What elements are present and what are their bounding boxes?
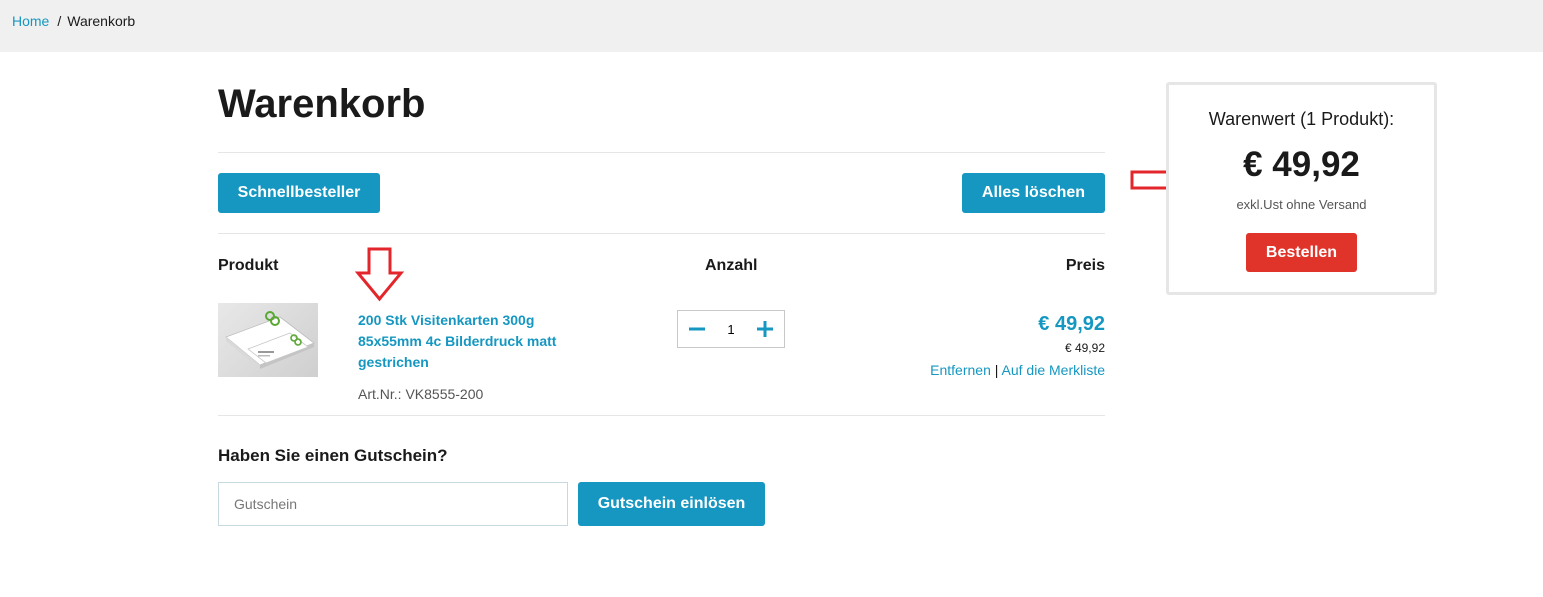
item-actions: Entfernen | Auf die Merkliste [930,362,1105,378]
item-unit-price: € 49,92 [1064,341,1105,355]
product-article-number: Art.Nr.: VK8555-200 [358,386,484,402]
divider [218,415,1105,416]
quantity-input[interactable] [716,321,746,337]
product-thumbnail[interactable] [218,303,318,377]
summary-note: exkl.Ust ohne Versand [1236,197,1367,212]
quick-order-button[interactable]: Schnellbesteller [218,173,380,213]
divider [218,152,1105,153]
product-name-link[interactable]: 200 Stk Visitenkarten 300g 85x55mm 4c Bi… [358,310,573,373]
red-arrow-icon [355,247,405,302]
column-header-price: Preis [1065,257,1105,274]
clear-all-button[interactable]: Alles löschen [962,173,1105,213]
breadcrumb-current: Warenkorb [67,13,136,29]
column-header-quantity: Anzahl [705,257,758,274]
minus-icon[interactable] [678,311,716,347]
breadcrumb-home-link[interactable]: Home [12,13,49,29]
plus-icon[interactable] [746,311,784,347]
breadcrumb-separator: / [57,13,62,29]
item-total-price: € 49,92 [1038,313,1105,335]
add-to-wishlist-link[interactable]: Auf die Merkliste [1002,362,1105,378]
summary-total: € 49,92 [1243,145,1360,184]
breadcrumb-bar: Home / Warenkorb [0,0,1543,52]
quantity-stepper [677,310,785,348]
coupon-input[interactable] [218,482,568,526]
breadcrumb: Home / Warenkorb [12,13,135,29]
page-title: Warenkorb [218,82,426,126]
column-header-product: Produkt [218,257,279,274]
order-summary-box: Warenwert (1 Produkt): € 49,92 exkl.Ust … [1166,82,1437,295]
coupon-question: Haben Sie einen Gutschein? [218,446,448,465]
order-button[interactable]: Bestellen [1246,233,1357,272]
summary-title: Warenwert (1 Produkt): [1208,109,1395,129]
remove-item-link[interactable]: Entfernen [930,362,991,378]
link-separator: | [994,362,999,378]
redeem-coupon-button[interactable]: Gutschein einlösen [578,482,765,526]
divider [218,233,1105,234]
